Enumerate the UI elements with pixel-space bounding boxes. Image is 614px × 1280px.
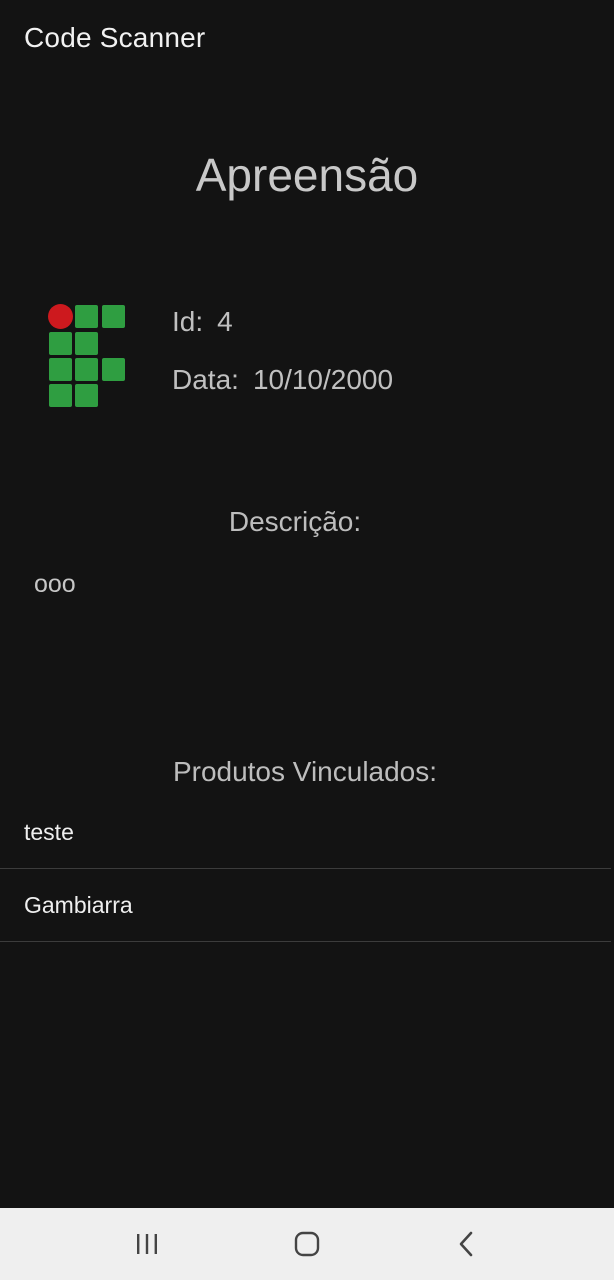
system-navigation-bar bbox=[0, 1208, 614, 1280]
products-title: Produtos Vinculados: bbox=[172, 756, 438, 787]
date-label: Data: bbox=[172, 364, 239, 395]
logo-square bbox=[49, 332, 72, 355]
id-label: Id: bbox=[172, 306, 204, 337]
logo-square bbox=[102, 305, 125, 328]
back-icon bbox=[459, 1231, 473, 1257]
products-list: teste Gambiarra bbox=[0, 796, 611, 942]
list-item[interactable]: teste bbox=[0, 796, 611, 869]
list-item-label: Gambiarra bbox=[24, 891, 133, 918]
logo-square bbox=[75, 384, 98, 407]
logo-square bbox=[75, 305, 98, 328]
date-row: Data: 10/10/2000 bbox=[172, 364, 393, 396]
recent-apps-button[interactable] bbox=[107, 1208, 187, 1280]
list-item[interactable]: Gambiarra bbox=[0, 869, 611, 942]
logo-square bbox=[49, 358, 72, 381]
page-title: Apreensão bbox=[195, 149, 419, 201]
id-value: 4 bbox=[217, 306, 233, 337]
home-button[interactable] bbox=[267, 1208, 347, 1280]
recent-apps-icon bbox=[137, 1234, 157, 1254]
logo-square bbox=[75, 332, 98, 355]
home-icon bbox=[294, 1231, 320, 1257]
logo-square bbox=[49, 384, 72, 407]
logo-square bbox=[102, 358, 125, 381]
logo-red-dot bbox=[48, 304, 73, 329]
app-title: Code Scanner bbox=[24, 22, 206, 53]
description-text: ooo bbox=[34, 570, 76, 598]
screen: Code Scanner Apreensão Id: 4 Data: 10/10/2… bbox=[0, 0, 614, 1280]
date-value: 10/10/2000 bbox=[252, 364, 394, 395]
list-item-label: teste bbox=[24, 818, 74, 845]
logo-square bbox=[75, 358, 98, 381]
back-button[interactable] bbox=[427, 1208, 507, 1280]
description-title: Descrição: bbox=[228, 506, 362, 537]
if-logo-icon bbox=[48, 304, 128, 410]
id-row: Id: 4 bbox=[172, 306, 233, 338]
